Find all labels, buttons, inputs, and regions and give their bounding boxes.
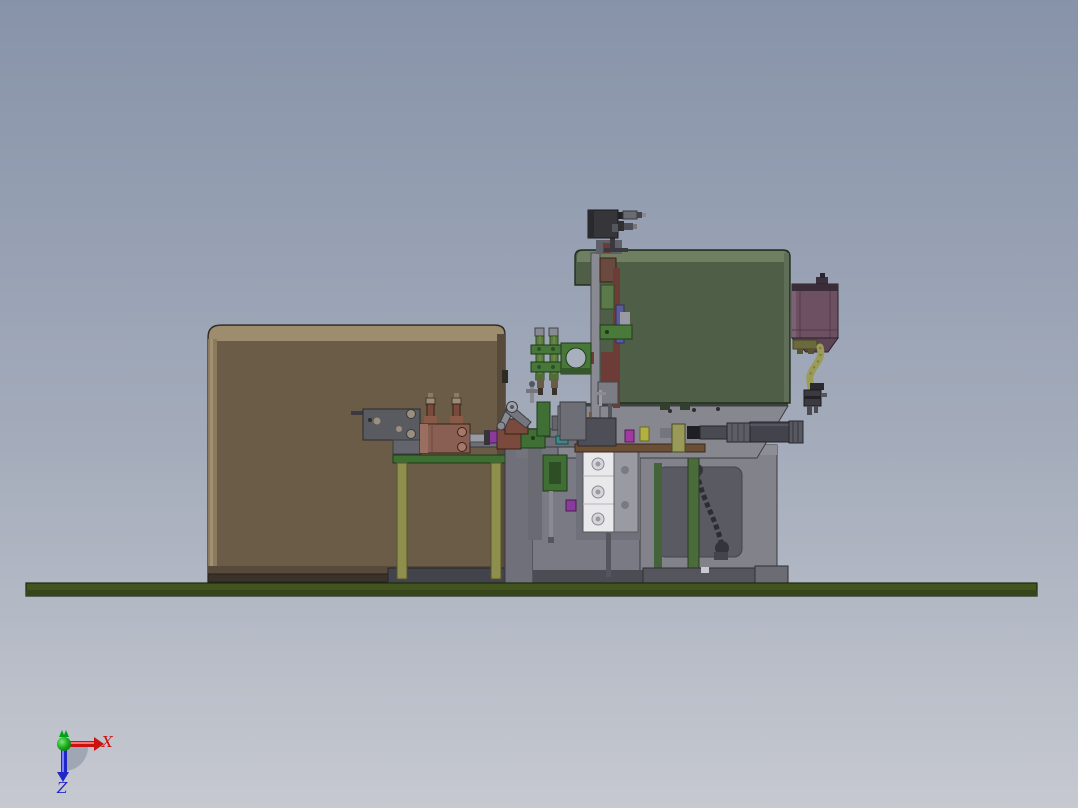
shaft-section <box>699 425 729 440</box>
bracket-bolt <box>537 347 541 351</box>
frame-foot-left <box>533 570 645 583</box>
shaft-knob <box>687 426 700 439</box>
sensor-lens-barrel <box>622 210 638 220</box>
housing-foot <box>680 403 690 410</box>
cad-viewport[interactable]: X Z <box>0 0 1078 808</box>
frame-shim <box>701 567 709 573</box>
shaft-bracket <box>671 423 686 453</box>
hopper-latch <box>502 370 508 383</box>
connector-pin <box>807 406 812 415</box>
sensor-detail <box>612 224 618 232</box>
bracket-bolt <box>551 365 555 369</box>
sensor-connector <box>624 223 633 230</box>
stop-pin <box>530 385 534 403</box>
motor-mount-tab <box>808 349 814 354</box>
bracket-front-edge <box>561 368 591 374</box>
plate-hole <box>396 426 402 432</box>
plate-step <box>392 439 422 455</box>
shaft-end-nut <box>788 420 804 444</box>
bracket-arm-lower <box>530 361 565 373</box>
belt-tensioner <box>714 552 728 560</box>
mount-bolt <box>531 436 535 440</box>
motor-top-band <box>792 284 838 291</box>
triad-origin-sphere <box>57 737 71 751</box>
gripper-rod <box>549 491 553 537</box>
plate-pin <box>351 411 363 415</box>
motor-mount-bracket <box>792 339 818 350</box>
proximity-block <box>639 426 650 442</box>
sensor-left-band <box>588 210 594 238</box>
gripper-slot <box>549 462 561 484</box>
sensor-block-magenta <box>624 429 635 443</box>
stepper-motor[interactable] <box>790 273 839 354</box>
cable-gland <box>810 383 824 390</box>
plate-hole <box>406 409 416 419</box>
motor-left-highlight <box>792 291 796 338</box>
stop-pin-bar <box>526 389 538 393</box>
gripper-sensor <box>565 499 577 512</box>
sensor-lens-ring <box>637 212 642 218</box>
hopper-top-edge <box>209 326 504 341</box>
gray-upright <box>559 401 587 441</box>
sensor-bracket-foot <box>604 248 628 252</box>
plate-hole <box>406 429 416 439</box>
slide-block-green <box>600 284 615 310</box>
plate-bolt <box>368 418 372 422</box>
sensor-connector-tip <box>633 224 637 229</box>
bracket-arm-upper <box>530 344 565 355</box>
cylinder-cap-left <box>420 424 428 453</box>
stop-pin-head <box>529 381 535 387</box>
motor-top-pin <box>820 273 825 278</box>
table-leg-left <box>396 462 408 580</box>
sensor-lens-tip <box>642 213 646 217</box>
slide-lower-red <box>601 352 613 382</box>
sensor-lens-base <box>618 212 623 219</box>
rod-coupler <box>484 430 490 445</box>
side-bolt <box>621 466 629 474</box>
carriage-rod <box>606 533 611 577</box>
side-bolt <box>621 501 629 509</box>
slide-bolt <box>605 330 609 334</box>
platform-screw <box>692 408 696 412</box>
bracket-bolt <box>537 365 541 369</box>
clamp-pivot <box>496 421 506 431</box>
housing-right-band <box>784 253 789 402</box>
support-post-front <box>687 451 700 581</box>
dowel-pin-bar <box>595 392 606 395</box>
x-axis-highlight <box>70 742 95 744</box>
housing-foot <box>660 403 670 410</box>
z-axis-label: Z <box>56 779 68 797</box>
base-plate-front <box>26 590 1037 596</box>
base-plate[interactable] <box>25 582 1038 597</box>
bracket-hole <box>565 347 587 369</box>
shaft-mount <box>660 428 672 438</box>
slide-cross-block <box>599 324 633 340</box>
support-post-inner <box>654 463 662 580</box>
platform-screw <box>716 407 720 411</box>
connector-band <box>804 396 821 399</box>
table-leg-right <box>490 462 502 580</box>
cylinder-bolt <box>457 442 467 452</box>
carriage-bolts <box>591 457 605 526</box>
plate-hole <box>373 417 381 425</box>
gripper-rod-tip <box>548 537 554 543</box>
piston-rod <box>469 433 486 443</box>
motor-mount-tab <box>797 349 803 354</box>
green-upright <box>536 401 551 437</box>
bracket-bolt <box>551 347 555 351</box>
clamp-pivot-pin <box>510 405 514 409</box>
carriage-side-block <box>613 449 639 533</box>
connector-pin <box>814 406 818 413</box>
sensor-connector-base <box>618 221 624 231</box>
z-axis-highlight <box>62 750 64 773</box>
x-axis-label: X <box>101 733 114 751</box>
cylinder-bolt <box>457 427 467 437</box>
frame-foot-right <box>754 565 789 584</box>
connector-side-pin <box>821 393 827 397</box>
hopper-left-highlight <box>210 339 213 575</box>
